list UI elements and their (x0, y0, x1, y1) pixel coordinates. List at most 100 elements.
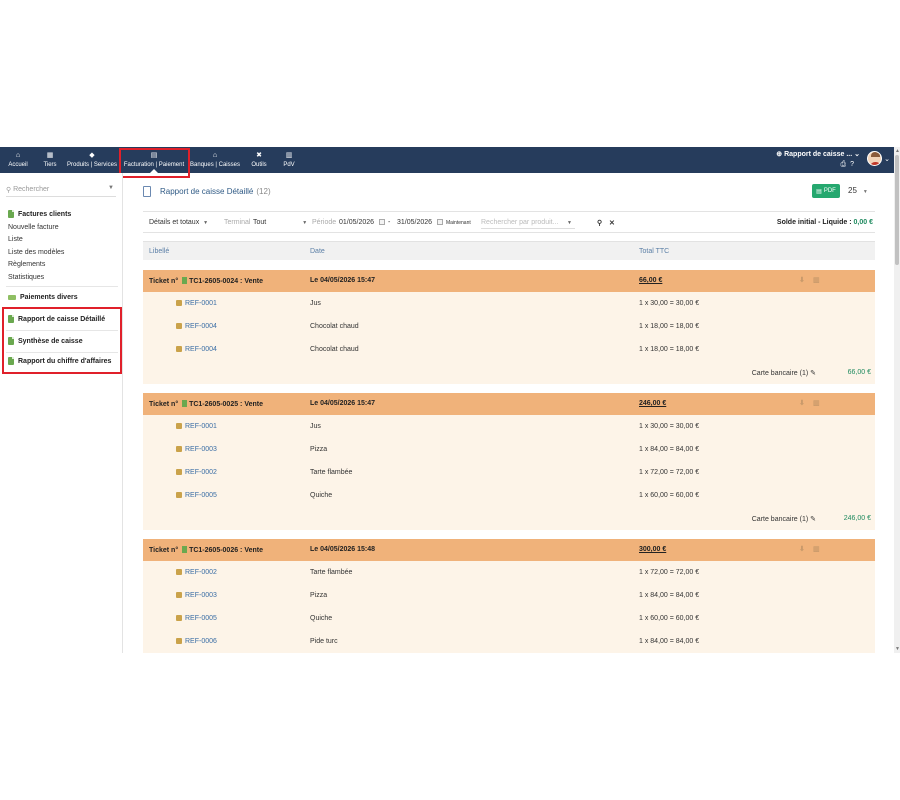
product-ref-link[interactable]: REF-0003 (176, 446, 217, 453)
cube-icon: ◆ (89, 152, 95, 159)
sidebar-item-new-invoice[interactable]: Nouvelle facture (8, 224, 59, 231)
sidebar-item-templates[interactable]: Liste des modèles (8, 249, 64, 256)
sidebar-item-statistics[interactable]: Statistiques (8, 274, 44, 281)
sidebar-section-label: Synthèse de caisse (18, 337, 83, 345)
product-search-select[interactable]: Rechercher par produit... ▼ (481, 216, 575, 229)
ticket-total[interactable]: 246,00 € (639, 400, 666, 407)
download-icon[interactable]: ⬇ (799, 276, 805, 284)
page-title-text: Rapport de caisse Détaillé (160, 187, 254, 196)
sidebar-item-list[interactable]: Liste (8, 236, 23, 243)
pencil-icon[interactable]: ✎ (810, 516, 816, 523)
product-ref-link[interactable]: REF-0002 (176, 569, 217, 576)
product-icon (176, 615, 182, 621)
date-from-input[interactable]: 01/05/2026 (339, 219, 374, 226)
ticket-total[interactable]: 300,00 € (639, 546, 666, 553)
product-ref-link[interactable]: REF-0004 (176, 346, 217, 353)
nav-billing[interactable]: ▤ Facturation | Paiement (123, 147, 185, 173)
nav-banks[interactable]: ⌂ Banques | Caisses (189, 147, 241, 173)
avatar[interactable] (867, 151, 882, 166)
column-header-date[interactable]: Date (310, 248, 325, 255)
initial-balance-label: Solde initial - Liquide : (776, 219, 852, 226)
divider (6, 330, 118, 331)
product-ref-link[interactable]: REF-0005 (176, 492, 217, 499)
document-icon (8, 357, 14, 365)
record-count: (12) (256, 187, 271, 196)
now-link[interactable]: Maintenant (446, 220, 471, 226)
main-content: Rapport de caisse Détaillé (12) ▤ PDF 25 ▼… (123, 173, 894, 653)
line-amount: 1 x 72,00 = 72,00 € (639, 569, 700, 576)
scroll-down-icon[interactable]: ▼ (895, 646, 900, 652)
context-menu-dropdown[interactable]: ⊕ Rapport de caisse ... ⌄ (776, 150, 860, 158)
column-header-label[interactable]: Libellé (149, 248, 169, 255)
nav-home[interactable]: ⌂ Accueil (5, 147, 31, 173)
globe-icon: ⊕ (776, 151, 785, 158)
product-ref-link[interactable]: REF-0002 (176, 469, 217, 476)
sidebar-section-misc-payments[interactable]: Paiements divers (8, 294, 78, 301)
nav-products[interactable]: ◆ Produits | Services (66, 147, 118, 173)
product-name: Quiche (310, 492, 333, 499)
payment-method: Carte bancaire (1) ✎ (751, 516, 816, 523)
mode-select[interactable]: Détails et totaux ▼ (149, 219, 208, 226)
product-search-placeholder: Rechercher par produit... (481, 219, 559, 226)
printer-icon[interactable]: ▥ (813, 276, 820, 284)
clear-icon[interactable]: ✕ (609, 219, 615, 227)
table-row: REF-0005 Quiche 1 x 60,00 = 60,00 € (143, 484, 875, 507)
column-header-total[interactable]: Total TTC (639, 248, 669, 255)
search-icon[interactable]: ⚲ (597, 219, 602, 227)
product-name: Jus (310, 300, 321, 307)
line-amount: 1 x 18,00 = 18,00 € (639, 323, 700, 330)
line-amount: 1 x 84,00 = 84,00 € (639, 446, 700, 453)
sidebar-section-label: Rapport du chiffre d'affaires (18, 357, 112, 365)
table-row: REF-0005 Quiche 1 x 60,00 = 60,00 € (143, 607, 875, 630)
sidebar-section-revenue-report[interactable]: Rapport du chiffre d'affaires (8, 357, 111, 365)
calendar-icon[interactable] (437, 219, 443, 226)
divider (6, 286, 118, 287)
sidebar-section-customer-invoices[interactable]: Factures clients (8, 210, 71, 218)
date-to-input[interactable]: 31/05/2026 (397, 219, 432, 226)
line-amount: 1 x 84,00 = 84,00 € (639, 592, 700, 599)
product-ref-link[interactable]: REF-0001 (176, 423, 217, 430)
per-page-select[interactable]: 25 ▼ (848, 186, 868, 195)
nav-label: Produits | Services (67, 162, 117, 168)
table-row: REF-0004 Chocolat chaud 1 x 18,00 = 18,0… (143, 338, 875, 361)
printer-icon[interactable]: ▥ (813, 545, 820, 553)
nav-label: Outils (251, 162, 267, 168)
pencil-icon[interactable]: ✎ (810, 370, 816, 377)
nav-third-parties[interactable]: ▦ Tiers (39, 147, 61, 173)
ticket-label: Ticket n° TC1-2605-0025 : Vente (149, 400, 264, 408)
sidebar-section-cash-summary[interactable]: Synthèse de caisse (8, 337, 83, 345)
product-icon (176, 423, 182, 429)
product-icon (176, 446, 182, 452)
nav-tools[interactable]: ✖ Outils (249, 147, 269, 173)
product-name: Chocolat chaud (310, 346, 359, 353)
product-ref-link[interactable]: REF-0005 (176, 615, 217, 622)
product-name: Quiche (310, 615, 333, 622)
sidebar-search-select[interactable]: ⚲ Rechercher ▼ (6, 183, 116, 197)
ticket-total[interactable]: 66,00 € (639, 277, 662, 284)
help-icon[interactable]: ? (850, 161, 854, 169)
download-icon[interactable]: ⬇ (799, 545, 805, 553)
printer-icon[interactable]: ▥ (813, 399, 820, 407)
nav-pos[interactable]: ▥ PdV (279, 147, 299, 173)
sidebar-section-detailed-report[interactable]: Rapport de caisse Détaillé (8, 315, 105, 323)
search-placeholder: Rechercher (13, 186, 50, 193)
vertical-scrollbar[interactable]: ▲ ▼ (894, 147, 900, 653)
terminal-select[interactable]: Tout ▼ (253, 219, 307, 226)
chevron-down-icon: ⌄ (852, 151, 860, 158)
ticket-label: Ticket n° TC1-2605-0024 : Vente (149, 277, 264, 285)
product-ref-link[interactable]: REF-0006 (176, 638, 217, 645)
table-header: Libellé Date Total TTC (143, 241, 875, 260)
payment-amount: 66,00 € (847, 369, 871, 376)
ticket-date: Le 04/05/2026 15:47 (310, 277, 375, 284)
product-ref-link[interactable]: REF-0003 (176, 592, 217, 599)
product-ref-link[interactable]: REF-0001 (176, 300, 217, 307)
download-icon[interactable]: ⬇ (799, 399, 805, 407)
print-icon[interactable]: ⎙ (840, 161, 846, 169)
chevron-down-icon[interactable]: ⌄ (884, 155, 890, 163)
scrollbar-thumb[interactable] (895, 155, 899, 265)
scroll-up-icon[interactable]: ▲ (895, 148, 900, 154)
product-ref-link[interactable]: REF-0004 (176, 323, 217, 330)
calendar-icon[interactable] (379, 219, 385, 226)
sidebar-item-payments[interactable]: Règlements (8, 261, 45, 268)
pdf-export-button[interactable]: ▤ PDF (812, 184, 840, 198)
